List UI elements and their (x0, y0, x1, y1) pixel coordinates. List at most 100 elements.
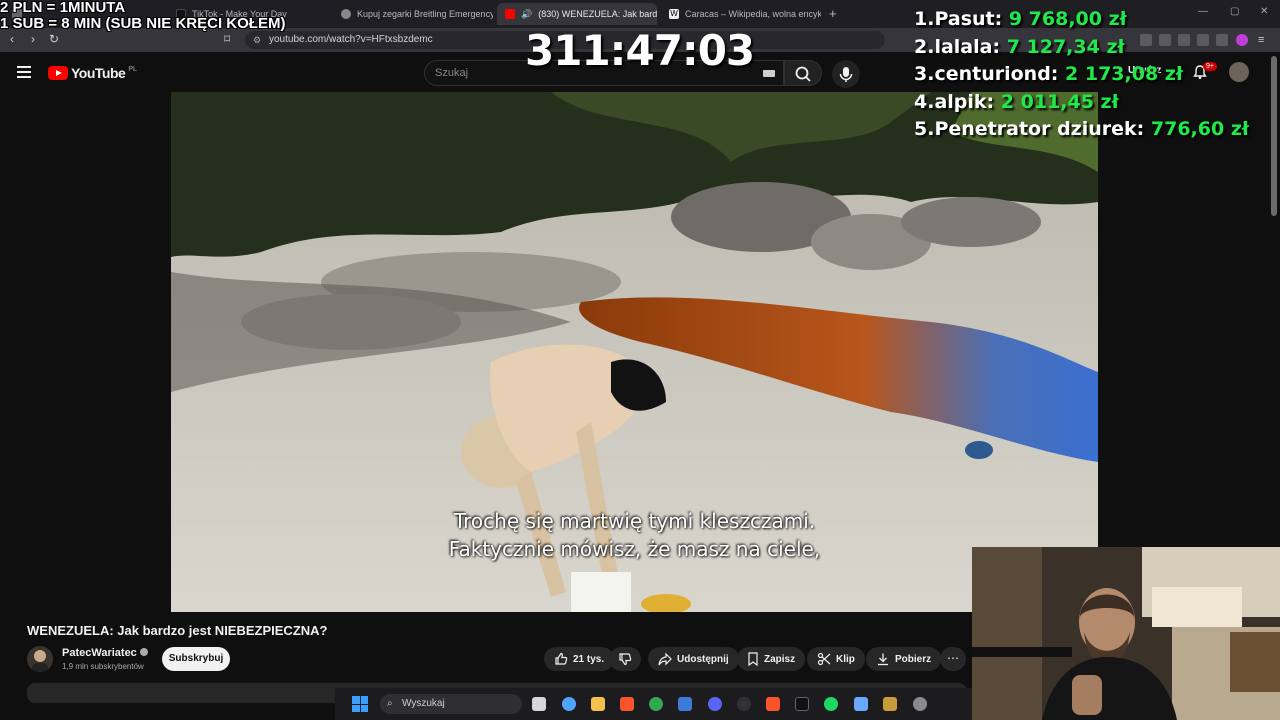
share-button[interactable]: Udostępnij (648, 647, 739, 671)
verified-icon (139, 648, 148, 656)
leaderboard-rank: 2. (914, 35, 935, 58)
sub-rate-line: 1 SUB = 8 MIN (SUB NIE KRĘCI KOŁEM) (0, 15, 286, 32)
youtube-play-icon (48, 66, 68, 80)
leaderboard-row: 4.alpik: 2 011,45 zł (914, 89, 1249, 117)
hamburger-menu-icon[interactable] (17, 66, 31, 78)
youtube-icon (505, 9, 515, 19)
dislike-button[interactable] (609, 647, 641, 671)
obs-icon[interactable] (737, 697, 751, 711)
menu-icon[interactable]: ≡ (1258, 34, 1270, 46)
browser-tab-youtube[interactable]: 🔊 (830) WENEZUELA: Jak bardzo ✕ (497, 3, 657, 25)
leaderboard-name: Pasut: (934, 8, 1003, 30)
subathon-timer: 311:47:03 (525, 26, 755, 75)
search-icon (795, 66, 811, 82)
brave-browser-icon-2[interactable] (766, 697, 780, 711)
app-icon[interactable] (795, 697, 809, 711)
reload-icon[interactable]: ↻ (49, 32, 59, 46)
leaderboard-row: 2.lalala: 7 127,34 zł (914, 34, 1249, 62)
streamer-webcam (972, 547, 1280, 720)
download-button[interactable]: Pobierz (866, 647, 942, 671)
donation-info-overlay: 2 PLN = 1MINUTA 1 SUB = 8 MIN (SUB NIE K… (0, 0, 285, 32)
thumbs-down-icon (619, 653, 632, 666)
subtitle-line: Trochę się martwię tymi kleszczami. (453, 509, 816, 533)
more-actions-icon[interactable]: ⋯ (940, 647, 966, 671)
search-placeholder: Szukaj (435, 67, 469, 79)
channel-avatar-image (32, 650, 48, 672)
download-label: Pobierz (895, 653, 932, 665)
bookmark-icon[interactable]: ⌑ (224, 32, 230, 46)
forward-icon[interactable]: › (31, 32, 35, 46)
search-button[interactable] (784, 60, 822, 86)
download-icon (878, 653, 888, 666)
webcam-image (972, 547, 1280, 720)
new-tab-icon[interactable]: + (829, 6, 837, 21)
calculator-icon[interactable] (854, 697, 868, 711)
bookmark-icon (748, 652, 758, 666)
scissors-icon (817, 652, 831, 666)
channel-name-row[interactable]: PatecWariatec (62, 647, 148, 659)
leaderboard-row: 1.Pasut: 9 768,00 zł (914, 6, 1249, 34)
taskbar-search[interactable]: ⌕ Wyszukaj (380, 694, 522, 714)
store-icon[interactable] (678, 697, 692, 711)
discord-icon[interactable] (708, 697, 722, 711)
chrome-icon[interactable] (649, 697, 663, 711)
thumbs-up-icon (555, 652, 568, 665)
video-frame (171, 92, 1098, 612)
leaderboard-rank: 1. (914, 8, 935, 30)
like-button[interactable]: 21 tys. (544, 647, 615, 671)
browser-tab-wikipedia[interactable]: W Caracas – Wikipedia, wolna encyklop (661, 3, 821, 25)
video-title: WENEZUELA: Jak bardzo jest NIEBEZPIECZNA… (27, 623, 328, 638)
share-label: Udostępnij (677, 653, 729, 665)
donation-leaderboard: 1.Pasut: 9 768,00 zł 2.lalala: 7 127,34 … (914, 6, 1249, 144)
taskbar-search-placeholder: Wyszukaj (402, 698, 445, 709)
leaderboard-amount: 2 011,45 zł (1000, 90, 1119, 113)
task-view-icon[interactable] (532, 697, 546, 711)
wikipedia-icon: W (669, 9, 679, 19)
spotify-icon[interactable] (824, 697, 838, 711)
leaderboard-amount: 7 127,34 zł (1006, 35, 1125, 58)
site-info-icon[interactable]: ⚙ (253, 31, 261, 49)
youtube-logo[interactable]: YouTube PL (48, 65, 137, 81)
save-label: Zapisz (764, 653, 796, 665)
tab-label: (830) WENEZUELA: Jak bardzo (538, 9, 657, 19)
leaderboard-row: 5.Penetrator dziurek: 776,60 zł (914, 116, 1249, 144)
settings-gear-icon[interactable] (913, 697, 927, 711)
leaderboard-row: 3.centuriond: 2 173,08 zł (914, 61, 1249, 89)
share-icon (658, 652, 672, 666)
video-player[interactable]: Trochę się martwię tymi kleszczami. Fakt… (171, 92, 1098, 612)
clip-label: Klip (836, 653, 855, 665)
close-window-icon[interactable]: ✕ (1260, 6, 1268, 17)
keyboard-icon[interactable] (763, 70, 775, 77)
browser-tab-breitling[interactable]: Kupuj zegarki Breitling Emergency R (333, 3, 493, 25)
leaderboard-amount: 9 768,00 zł (1008, 8, 1127, 30)
channel-avatar[interactable] (27, 646, 53, 672)
save-button[interactable]: Zapisz (737, 647, 806, 671)
brave-browser-icon[interactable] (620, 697, 634, 711)
like-count: 21 tys. (573, 653, 605, 665)
country-code: PL (128, 65, 137, 73)
tab-label: Caracas – Wikipedia, wolna encyklop (685, 9, 821, 19)
leaderboard-rank: 5. (914, 118, 935, 140)
leaderboard-amount: 776,60 zł (1150, 118, 1249, 140)
youtube-wordmark: YouTube (71, 65, 126, 81)
subtitle-line: Faktycznie mówisz, że masz na ciele, (448, 537, 821, 561)
game-launcher-icon[interactable] (883, 697, 897, 711)
windows-start-icon[interactable] (352, 696, 368, 712)
back-icon[interactable]: ‹ (10, 32, 14, 46)
google-icon (341, 9, 351, 19)
screen: TikTok - Make Your Day Kupuj zegarki Bre… (0, 0, 1280, 720)
file-explorer-icon[interactable] (591, 697, 605, 711)
speaker-icon: 🔊 (521, 8, 533, 19)
channel-name[interactable]: PatecWariatec (62, 647, 137, 659)
page-scrollbar[interactable] (1271, 56, 1277, 216)
voice-search-button[interactable] (832, 60, 860, 88)
subscriber-count: 1,9 mln subskrybentów (62, 662, 144, 671)
copilot-icon[interactable] (562, 697, 576, 711)
leaderboard-name: alpik: (934, 90, 995, 113)
microphone-icon (839, 67, 853, 82)
url-text: youtube.com/watch?v=HFtxsbzdemc (269, 34, 433, 45)
leaderboard-name: lalala: (934, 35, 1001, 58)
subscribe-button[interactable]: Subskrybuj (162, 647, 230, 671)
clip-button[interactable]: Klip (807, 647, 865, 671)
leaderboard-rank: 4. (914, 90, 935, 113)
